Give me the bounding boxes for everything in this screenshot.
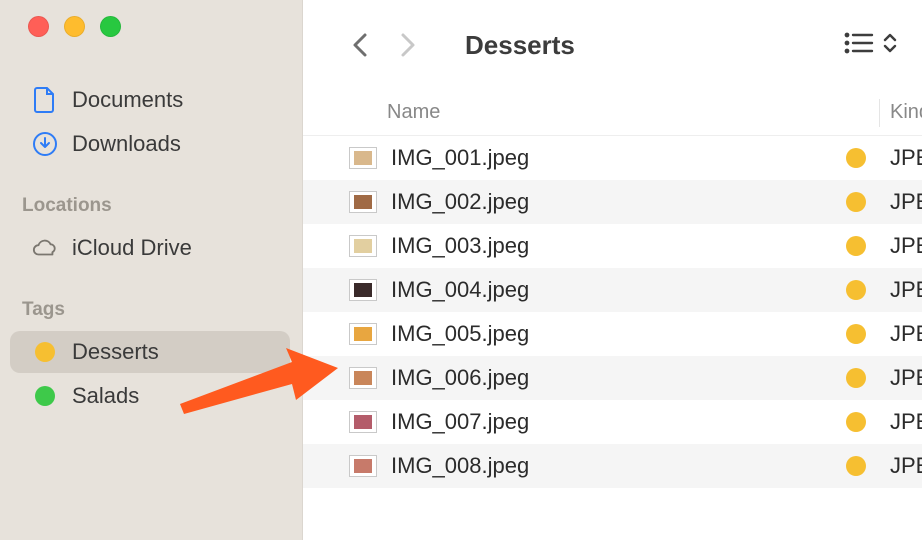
file-thumbnail-icon (349, 191, 377, 213)
tag-dot-icon (32, 383, 58, 409)
file-name: IMG_001.jpeg (391, 145, 846, 171)
column-header-name[interactable]: Name (303, 101, 879, 124)
folder-title: Desserts (465, 30, 575, 61)
file-name: IMG_007.jpeg (391, 409, 846, 435)
sidebar: Documents Downloads Locations iCloud Dri… (0, 0, 303, 540)
file-row[interactable]: IMG_008.jpeg JPEG image (303, 444, 922, 488)
view-options-button[interactable] (844, 31, 898, 60)
file-row[interactable]: IMG_005.jpeg JPEG image (303, 312, 922, 356)
file-row[interactable]: IMG_001.jpeg JPEG image (303, 136, 922, 180)
file-row[interactable]: IMG_006.jpeg JPEG image (303, 356, 922, 400)
back-button[interactable] (345, 30, 375, 60)
file-tag-dot-icon (846, 412, 866, 432)
file-row[interactable]: IMG_002.jpeg JPEG image (303, 180, 922, 224)
window-controls (0, 16, 302, 37)
file-tag-dot-icon (846, 192, 866, 212)
file-thumbnail-icon (349, 455, 377, 477)
minimize-window-button[interactable] (64, 16, 85, 37)
main-content: Desserts Name Kind IMG_001.jpeg JPEG imag… (303, 0, 922, 540)
sidebar-tag-salads[interactable]: Salads (10, 375, 290, 417)
file-tag-dot-icon (846, 368, 866, 388)
sidebar-item-label: Documents (72, 87, 183, 113)
file-tag-dot-icon (846, 280, 866, 300)
file-list: IMG_001.jpeg JPEG image IMG_002.jpeg JPEG i… (303, 136, 922, 540)
file-kind: JPEG image (890, 453, 922, 479)
file-thumbnail-icon (349, 147, 377, 169)
column-header-kind[interactable]: Kind (890, 101, 922, 124)
up-down-chevron-icon (882, 31, 898, 60)
file-thumbnail-icon (349, 235, 377, 257)
sidebar-item-label: Downloads (72, 131, 181, 157)
file-name: IMG_008.jpeg (391, 453, 846, 479)
file-name: IMG_003.jpeg (391, 233, 846, 259)
file-row[interactable]: IMG_003.jpeg JPEG image (303, 224, 922, 268)
file-name: IMG_006.jpeg (391, 365, 846, 391)
sidebar-item-icloud-drive[interactable]: iCloud Drive (10, 227, 290, 269)
column-headers: Name Kind (303, 90, 922, 136)
file-kind: JPEG image (890, 409, 922, 435)
document-icon (32, 87, 58, 113)
sidebar-item-label: Desserts (72, 339, 159, 365)
file-thumbnail-icon (349, 367, 377, 389)
file-row[interactable]: IMG_007.jpeg JPEG image (303, 400, 922, 444)
file-tag-dot-icon (846, 148, 866, 168)
file-name: IMG_002.jpeg (391, 189, 846, 215)
file-kind: JPEG image (890, 365, 922, 391)
file-tag-dot-icon (846, 324, 866, 344)
tag-dot-icon (32, 339, 58, 365)
file-thumbnail-icon (349, 323, 377, 345)
sidebar-item-downloads[interactable]: Downloads (10, 123, 290, 165)
file-name: IMG_004.jpeg (391, 277, 846, 303)
file-tag-dot-icon (846, 236, 866, 256)
sidebar-item-documents[interactable]: Documents (10, 79, 290, 121)
sidebar-item-label: iCloud Drive (72, 235, 192, 261)
forward-button[interactable] (393, 30, 423, 60)
fullscreen-window-button[interactable] (100, 16, 121, 37)
close-window-button[interactable] (28, 16, 49, 37)
file-kind: JPEG image (890, 189, 922, 215)
file-kind: JPEG image (890, 277, 922, 303)
file-thumbnail-icon (349, 411, 377, 433)
file-row[interactable]: IMG_004.jpeg JPEG image (303, 268, 922, 312)
sidebar-section-locations: Locations (0, 195, 302, 225)
list-view-icon (844, 32, 874, 59)
file-kind: JPEG image (890, 233, 922, 259)
file-name: IMG_005.jpeg (391, 321, 846, 347)
sidebar-item-label: Salads (72, 383, 139, 409)
icloud-icon (32, 235, 58, 261)
sidebar-section-tags: Tags (0, 299, 302, 329)
column-separator[interactable] (879, 99, 880, 127)
toolbar: Desserts (303, 0, 922, 90)
file-thumbnail-icon (349, 279, 377, 301)
file-tag-dot-icon (846, 456, 866, 476)
file-kind: JPEG image (890, 145, 922, 171)
file-kind: JPEG image (890, 321, 922, 347)
download-icon (32, 131, 58, 157)
sidebar-tag-desserts[interactable]: Desserts (10, 331, 290, 373)
